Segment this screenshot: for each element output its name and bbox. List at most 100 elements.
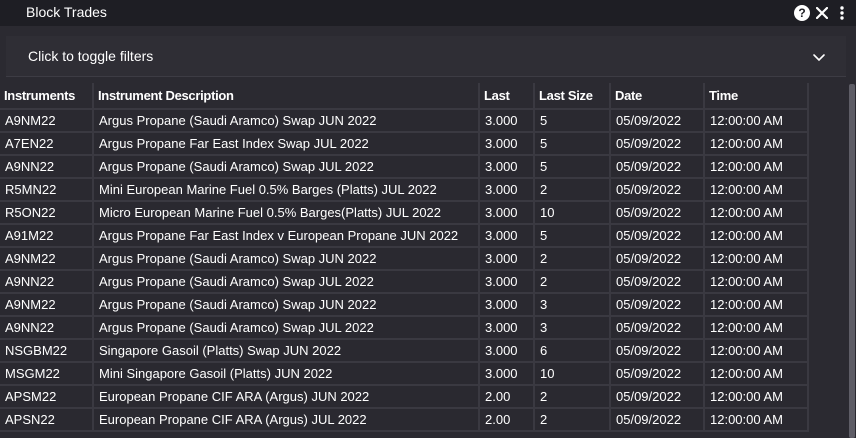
table-row[interactable]: A7EN22 Argus Propane Far East Index Swap …	[0, 133, 809, 156]
cell-last: 3.000	[480, 271, 535, 294]
cell-date: 05/09/2022	[611, 386, 705, 409]
filter-toggle-bar[interactable]: Click to toggle filters	[6, 36, 846, 77]
cell-last-size: 10	[535, 363, 611, 386]
cell-last-size: 5	[535, 133, 611, 156]
cell-last: 3.000	[480, 179, 535, 202]
chevron-down-icon[interactable]	[812, 50, 826, 64]
cell-last: 3.000	[480, 156, 535, 179]
cell-date: 05/09/2022	[611, 409, 705, 432]
cell-last: 3.000	[480, 294, 535, 317]
cell-date: 05/09/2022	[611, 202, 705, 225]
cell-instrument: A91M22	[0, 225, 94, 248]
window-titlebar: Block Trades ?	[0, 0, 856, 26]
cell-last: 3.000	[480, 133, 535, 156]
cell-last-size: 2	[535, 271, 611, 294]
cell-date: 05/09/2022	[611, 133, 705, 156]
cell-last: 3.000	[480, 225, 535, 248]
cell-instrument: R5MN22	[0, 179, 94, 202]
cell-instrument: A9NM22	[0, 110, 94, 133]
cell-last-size: 2	[535, 409, 611, 432]
cell-date: 05/09/2022	[611, 225, 705, 248]
cell-last-size: 2	[535, 386, 611, 409]
cell-date: 05/09/2022	[611, 179, 705, 202]
cell-instrument: A9NM22	[0, 294, 94, 317]
cell-last: 3.000	[480, 110, 535, 133]
cell-description: Argus Propane (Saudi Aramco) Swap JUN 20…	[94, 294, 480, 317]
column-header-date[interactable]: Date	[611, 83, 705, 110]
cell-date: 05/09/2022	[611, 248, 705, 271]
cell-description: Argus Propane Far East Index v European …	[94, 225, 480, 248]
more-vertical-icon[interactable]	[834, 4, 850, 22]
cell-instrument: NSGBM22	[0, 340, 94, 363]
column-header-time[interactable]: Time	[705, 83, 809, 110]
cell-time: 12:00:00 AM	[705, 133, 809, 156]
cell-date: 05/09/2022	[611, 294, 705, 317]
cell-last: 3.000	[480, 202, 535, 225]
cell-instrument: APSN22	[0, 409, 94, 432]
column-header-last-size[interactable]: Last Size	[535, 83, 611, 110]
cell-description: European Propane CIF ARA (Argus) JUN 202…	[94, 386, 480, 409]
column-header-instruments[interactable]: Instruments	[0, 83, 94, 110]
titlebar-actions: ?	[794, 4, 850, 22]
table-row[interactable]: MSGM22 Mini Singapore Gasoil (Platts) JUN…	[0, 363, 809, 386]
block-trades-grid: Instruments Instrument Description Last …	[0, 83, 848, 438]
cell-date: 05/09/2022	[611, 317, 705, 340]
table-row[interactable]: APSM22 European Propane CIF ARA (Argus) J…	[0, 386, 809, 409]
cell-last: 3.000	[480, 248, 535, 271]
table-row[interactable]: A9NN22 Argus Propane (Saudi Aramco) Swap …	[0, 317, 809, 340]
cell-instrument: MSGM22	[0, 363, 94, 386]
table-row[interactable]: R5MN22 Mini European Marine Fuel 0.5% Bar…	[0, 179, 809, 202]
cell-last-size: 6	[535, 340, 611, 363]
cell-last: 3.000	[480, 317, 535, 340]
table-row[interactable]: A9NM22 Argus Propane (Saudi Aramco) Swap …	[0, 110, 809, 133]
cell-description: Micro European Marine Fuel 0.5% Barges(P…	[94, 202, 480, 225]
cell-last-size: 2	[535, 179, 611, 202]
cell-last-size: 3	[535, 317, 611, 340]
cell-date: 05/09/2022	[611, 340, 705, 363]
cell-description: Singapore Gasoil (Platts) Swap JUN 2022	[94, 340, 480, 363]
cell-time: 12:00:00 AM	[705, 340, 809, 363]
table-row[interactable]: A9NM22 Argus Propane (Saudi Aramco) Swap …	[0, 294, 809, 317]
close-icon[interactable]	[814, 4, 830, 22]
scrollbar-thumb[interactable]	[849, 84, 855, 438]
cell-instrument: APSM22	[0, 386, 94, 409]
table-row[interactable]: A9NN22 Argus Propane (Saudi Aramco) Swap …	[0, 156, 809, 179]
cell-description: Mini European Marine Fuel 0.5% Barges (P…	[94, 179, 480, 202]
cell-description: Argus Propane (Saudi Aramco) Swap JUL 20…	[94, 156, 480, 179]
cell-time: 12:00:00 AM	[705, 179, 809, 202]
table-row[interactable]: APSN22 European Propane CIF ARA (Argus) J…	[0, 409, 809, 432]
cell-last: 2.00	[480, 386, 535, 409]
cell-time: 12:00:00 AM	[705, 294, 809, 317]
window-title: Block Trades	[26, 4, 107, 20]
column-header-description[interactable]: Instrument Description	[94, 83, 480, 110]
table-row[interactable]: A91M22 Argus Propane Far East Index v Eur…	[0, 225, 809, 248]
cell-time: 12:00:00 AM	[705, 225, 809, 248]
help-icon[interactable]: ?	[794, 5, 810, 21]
table-row[interactable]: A9NM22 Argus Propane (Saudi Aramco) Swap …	[0, 248, 809, 271]
cell-instrument: A9NM22	[0, 248, 94, 271]
cell-time: 12:00:00 AM	[705, 248, 809, 271]
cell-time: 12:00:00 AM	[705, 156, 809, 179]
cell-instrument: R5ON22	[0, 202, 94, 225]
cell-last-size: 3	[535, 294, 611, 317]
cell-time: 12:00:00 AM	[705, 271, 809, 294]
cell-description: European Propane CIF ARA (Argus) JUL 202…	[94, 409, 480, 432]
cell-last: 2.00	[480, 409, 535, 432]
table-row[interactable]: R5ON22 Micro European Marine Fuel 0.5% Ba…	[0, 202, 809, 225]
table-row[interactable]: NSGBM22 Singapore Gasoil (Platts) Swap JU…	[0, 340, 809, 363]
cell-last-size: 5	[535, 156, 611, 179]
vertical-scrollbar[interactable]	[848, 83, 856, 438]
cell-last-size: 5	[535, 110, 611, 133]
cell-description: Argus Propane (Saudi Aramco) Swap JUN 20…	[94, 110, 480, 133]
cell-last-size: 5	[535, 225, 611, 248]
cell-instrument: A9NN22	[0, 317, 94, 340]
cell-date: 05/09/2022	[611, 110, 705, 133]
cell-last: 3.000	[480, 340, 535, 363]
column-header-last[interactable]: Last	[480, 83, 535, 110]
cell-instrument: A9NN22	[0, 271, 94, 294]
cell-last: 3.000	[480, 363, 535, 386]
cell-last-size: 10	[535, 202, 611, 225]
cell-date: 05/09/2022	[611, 156, 705, 179]
table-row[interactable]: A9NN22 Argus Propane (Saudi Aramco) Swap …	[0, 271, 809, 294]
cell-time: 12:00:00 AM	[705, 317, 809, 340]
